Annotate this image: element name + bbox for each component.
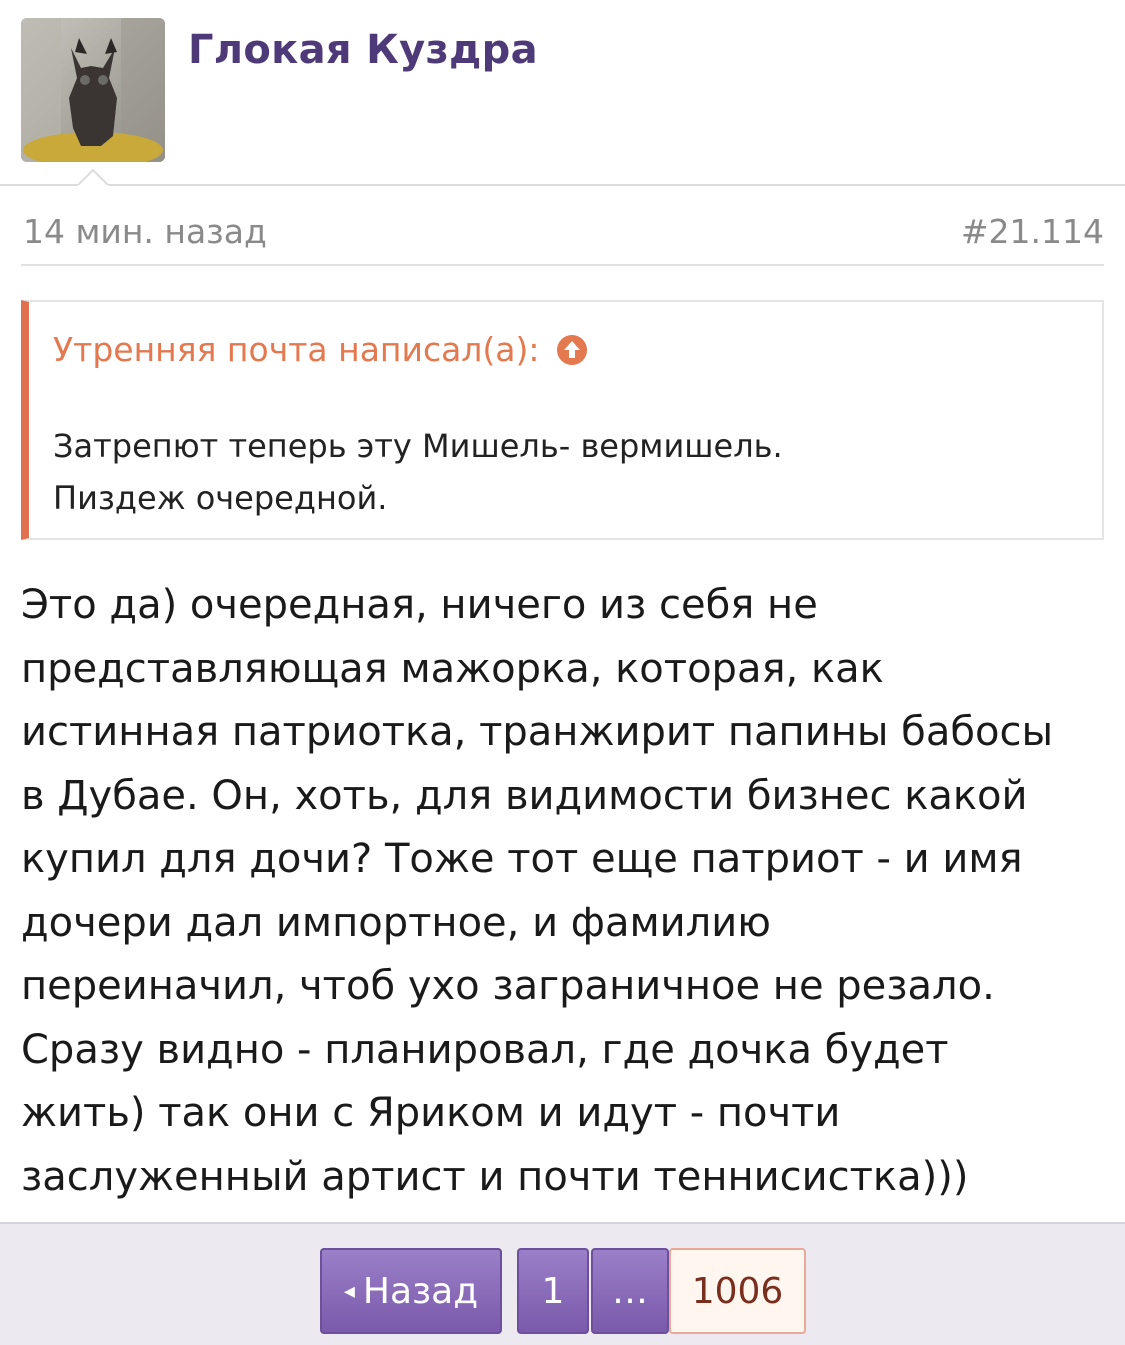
avatar[interactable]	[21, 18, 165, 162]
body-line: истинная патриотка, транжирит папины баб…	[21, 709, 1054, 755]
body-line: жить) так они с Яриком и идут - почти	[21, 1090, 841, 1136]
post-body: Это да) очередная, ничего из себя не пре…	[21, 574, 1111, 1209]
body-line: представляющая мажорка, которая, как	[21, 645, 884, 692]
avatar-image	[21, 18, 165, 162]
chevron-left-icon: ◂	[343, 1278, 355, 1304]
header-divider	[0, 184, 1125, 186]
username[interactable]: Глокая Куздра	[188, 24, 538, 76]
body-line: дочери дал импортное, и фамилию	[21, 899, 771, 946]
body-line: переиначил, чтоб ухо заграничное не реза…	[21, 963, 995, 1009]
post-time[interactable]: 14 мин. назад	[23, 212, 267, 251]
pagination-bar: ◂ Назад 1 … 1006	[0, 1222, 1125, 1345]
quote-text: Затрепют теперь эту Мишель- вермишель. П…	[53, 420, 1083, 524]
current-page[interactable]: 1006	[669, 1248, 806, 1334]
pointer-triangle	[78, 168, 108, 196]
quote-author-label: Утренняя почта написал(а):	[53, 330, 540, 369]
quote-line: Пиздеж очередной.	[53, 479, 388, 517]
body-line: купил для дочи? Тоже тот еще патриот - и…	[21, 836, 1023, 882]
quote-block: Утренняя почта написал(а): Затрепют тепе…	[21, 300, 1104, 540]
prev-page-label: Назад	[362, 1270, 479, 1312]
post-header: Глокая Куздра	[0, 0, 1125, 186]
quote-line: Затрепют теперь эту Мишель- вермишель.	[53, 427, 783, 465]
quote-author[interactable]: Утренняя почта написал(а):	[53, 330, 588, 369]
post-number[interactable]: #21.114	[961, 212, 1104, 251]
page-jump-button[interactable]: …	[591, 1248, 669, 1334]
body-line: Это да) очередная, ничего из себя не	[21, 582, 818, 628]
prev-page-button[interactable]: ◂ Назад	[320, 1248, 502, 1334]
body-line: Сразу видно - планировал, где дочка буде…	[21, 1026, 949, 1073]
arrow-up-circle-icon[interactable]	[556, 334, 588, 366]
post-meta: 14 мин. назад #21.114	[21, 208, 1104, 266]
page-1-button[interactable]: 1	[517, 1248, 589, 1334]
body-line: заслуженный артист и почти теннисистка))…	[21, 1153, 969, 1200]
body-line: в Дубае. Он, хоть, для видимости бизнес …	[21, 772, 1028, 819]
